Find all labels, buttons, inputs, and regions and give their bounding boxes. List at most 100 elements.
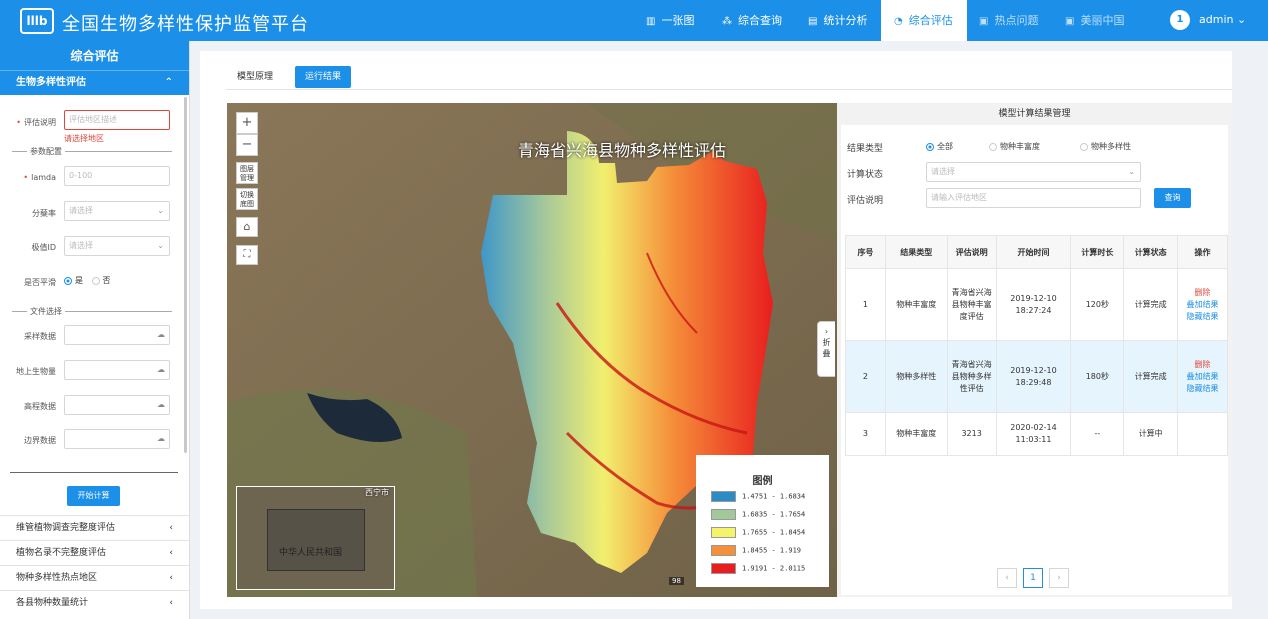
row-type: 物种丰富度: [884, 268, 948, 341]
row-status: 计算完成: [1123, 268, 1179, 341]
start-calc-button[interactable]: 开始计算: [67, 486, 120, 506]
cloud-upload-icon: ☁: [157, 365, 165, 374]
nav-tongji-fenxi[interactable]: ▤ 统计分析: [808, 0, 867, 41]
user-menu[interactable]: admin ⌄: [1199, 13, 1246, 26]
file-boundary-input[interactable]: ☁: [64, 429, 170, 449]
chevron-down-icon: ⌄: [157, 206, 164, 215]
smooth-yes-radio[interactable]: 是: [64, 276, 83, 285]
results-title: 模型计算结果管理: [998, 109, 1071, 119]
chevron-right-icon: ›: [824, 327, 829, 336]
lock-icon: ▣: [1065, 16, 1075, 27]
row-desc: 青海省兴海县物种多样性评估: [946, 340, 997, 413]
eval-desc-input[interactable]: 请输入评估地区: [926, 188, 1141, 208]
row-desc: 3213: [946, 412, 997, 456]
result-map[interactable]: 青海省兴海县物种多样性评估 + − 图层管理 切换底图 ⌂ ⛶ 中华人民共和国 …: [227, 103, 837, 597]
tab-model-principle[interactable]: 模型原理: [227, 66, 283, 88]
desc-input[interactable]: 评估地区描述: [64, 110, 170, 130]
file-elevation-label: 高程数据: [24, 402, 56, 411]
fold-toggle-button[interactable]: › 折叠: [817, 321, 835, 377]
extreme-select[interactable]: 请选择 ⌄: [64, 236, 170, 256]
legend-item: 1.4751 - 1.6834: [711, 491, 805, 502]
app-title: 全国生物多样性保护监管平台: [62, 14, 309, 35]
type-richness-radio[interactable]: 物种丰富度: [989, 141, 1040, 152]
chevron-left-icon: ‹: [169, 523, 173, 533]
legend-swatch: [711, 563, 736, 574]
table-row[interactable]: 1 物种丰富度 青海省兴海县物种丰富度评估 2019-12-10 18:27:2…: [845, 268, 1228, 341]
sidebar-item-vascular[interactable]: 维管植物调查完整度评估 ‹: [0, 515, 189, 540]
lambda-label: • lamda: [23, 173, 56, 182]
home-icon[interactable]: ⌂: [236, 217, 258, 237]
legend-swatch: [711, 527, 736, 538]
file-sample-input[interactable]: ☁: [64, 325, 170, 345]
lambda-input[interactable]: 0-100: [64, 166, 170, 186]
switch-basemap-button[interactable]: 切换底图: [236, 188, 258, 210]
row-start: 2019-12-10 18:27:24: [995, 268, 1072, 341]
sidebar-item-plant-list[interactable]: 植物名录不完整度评估 ‹: [0, 540, 189, 565]
results-panel: 模型计算结果管理 结果类型 全部 物种丰富度 物种多样性 计算状态 请选择 ⌄ 评…: [837, 103, 1232, 597]
scale-label: 98: [669, 577, 684, 585]
hide-result-link[interactable]: 隐藏结果: [1178, 311, 1227, 323]
legend-swatch: [711, 545, 736, 556]
file-biomass-input[interactable]: ☁: [64, 360, 170, 380]
tab-underline: [226, 89, 1232, 90]
zoom-in-button[interactable]: +: [236, 112, 258, 134]
calc-status-select[interactable]: 请选择 ⌄: [926, 162, 1141, 182]
type-diversity-radio[interactable]: 物种多样性: [1080, 141, 1131, 152]
sidebar-scrollbar[interactable]: [184, 97, 187, 453]
delete-link[interactable]: 删除: [1178, 359, 1227, 371]
query-button[interactable]: 查询: [1154, 188, 1191, 208]
overview-extent: [267, 509, 365, 571]
row-status: 计算完成: [1123, 340, 1179, 413]
row-ops: 删除 叠加结果 隐藏结果: [1177, 340, 1228, 413]
legend-title: 图例: [752, 476, 773, 487]
nav-redian-wenti[interactable]: ▣ 热点问题: [979, 0, 1038, 41]
fullscreen-icon[interactable]: ⛶: [236, 245, 258, 265]
file-boundary-label: 边界数据: [24, 436, 56, 445]
main-panel: 模型原理 运行结果 青海省兴海县物种多样性评估 + − 图层管理 切换底图 ⌂ …: [200, 51, 1232, 609]
smooth-label: 是否平滑: [24, 278, 56, 287]
ratio-select[interactable]: 请选择 ⌄: [64, 201, 170, 221]
delete-link[interactable]: 删除: [1178, 287, 1227, 299]
sidebar-item-county-stats[interactable]: 各县物种数量统计 ‹: [0, 590, 189, 615]
eval-desc-label: 评估说明: [847, 196, 884, 206]
platform-logo-icon: lllb: [20, 8, 54, 34]
nav-meili-zhongguo[interactable]: ▣ 美丽中国: [1065, 0, 1124, 41]
file-elevation-input[interactable]: ☁: [64, 395, 170, 415]
user-avatar-icon[interactable]: 1: [1170, 10, 1190, 30]
nav-zonghe-pinggu[interactable]: ◔ 综合评估: [881, 0, 967, 41]
sidebar-item-hotspot[interactable]: 物种多样性热点地区 ‹: [0, 565, 189, 590]
nav-yizhangtu[interactable]: ▥ 一张图: [646, 0, 694, 41]
evaluation-form: • 评估说明 评估地区描述 请选择地区 参数配置 • lamda 0-100 分蘖率…: [0, 95, 189, 515]
cluster-icon: ⁂: [722, 16, 732, 27]
overlay-result-link[interactable]: 叠加结果: [1178, 299, 1227, 311]
calc-status-label: 计算状态: [847, 170, 884, 180]
row-duration: 120秒: [1070, 268, 1125, 341]
map-title: 青海省兴海县物种多样性评估: [518, 141, 727, 160]
prev-page-button[interactable]: ‹: [997, 568, 1017, 588]
zoom-out-button[interactable]: −: [236, 134, 258, 156]
desc-label: • 评估说明: [16, 118, 56, 127]
results-body: 结果类型 全部 物种丰富度 物种多样性 计算状态 请选择 ⌄ 评估说明 请输入评估…: [841, 125, 1228, 595]
overview-map[interactable]: 中华人民共和国 西宁市: [236, 486, 395, 590]
cloud-upload-icon: ☁: [157, 330, 165, 339]
nav-zonghe-chaxun[interactable]: ⁂ 综合查询: [722, 0, 782, 41]
row-duration: --: [1070, 412, 1125, 456]
hide-result-link[interactable]: 隐藏结果: [1178, 383, 1227, 395]
sidebar-section-biodiversity[interactable]: 生物多样性评估 ⌃: [0, 71, 189, 95]
table-row[interactable]: 3 物种丰富度 3213 2020-02-14 11:03:11 -- 计算中: [845, 412, 1228, 456]
next-page-button[interactable]: ›: [1049, 568, 1069, 588]
ratio-label: 分蘖率: [32, 209, 56, 218]
layer-manage-button[interactable]: 图层管理: [236, 162, 258, 184]
table-row[interactable]: 2 物种多样性 青海省兴海县物种多样性评估 2019-12-10 18:29:4…: [845, 340, 1228, 413]
overlay-result-link[interactable]: 叠加结果: [1178, 371, 1227, 383]
smooth-no-radio[interactable]: 否: [91, 276, 111, 285]
chevron-up-icon: ⌃: [164, 77, 173, 88]
col-status: 计算状态: [1123, 235, 1179, 269]
tab-run-results[interactable]: 运行结果: [295, 66, 352, 88]
dashboard-icon: ◔: [894, 16, 903, 27]
row-duration: 180秒: [1070, 340, 1125, 413]
col-no: 序号: [845, 235, 886, 269]
type-all-radio[interactable]: 全部: [926, 141, 953, 152]
page-button[interactable]: 1: [1023, 568, 1043, 588]
file-biomass-label: 地上生物量: [16, 367, 56, 376]
